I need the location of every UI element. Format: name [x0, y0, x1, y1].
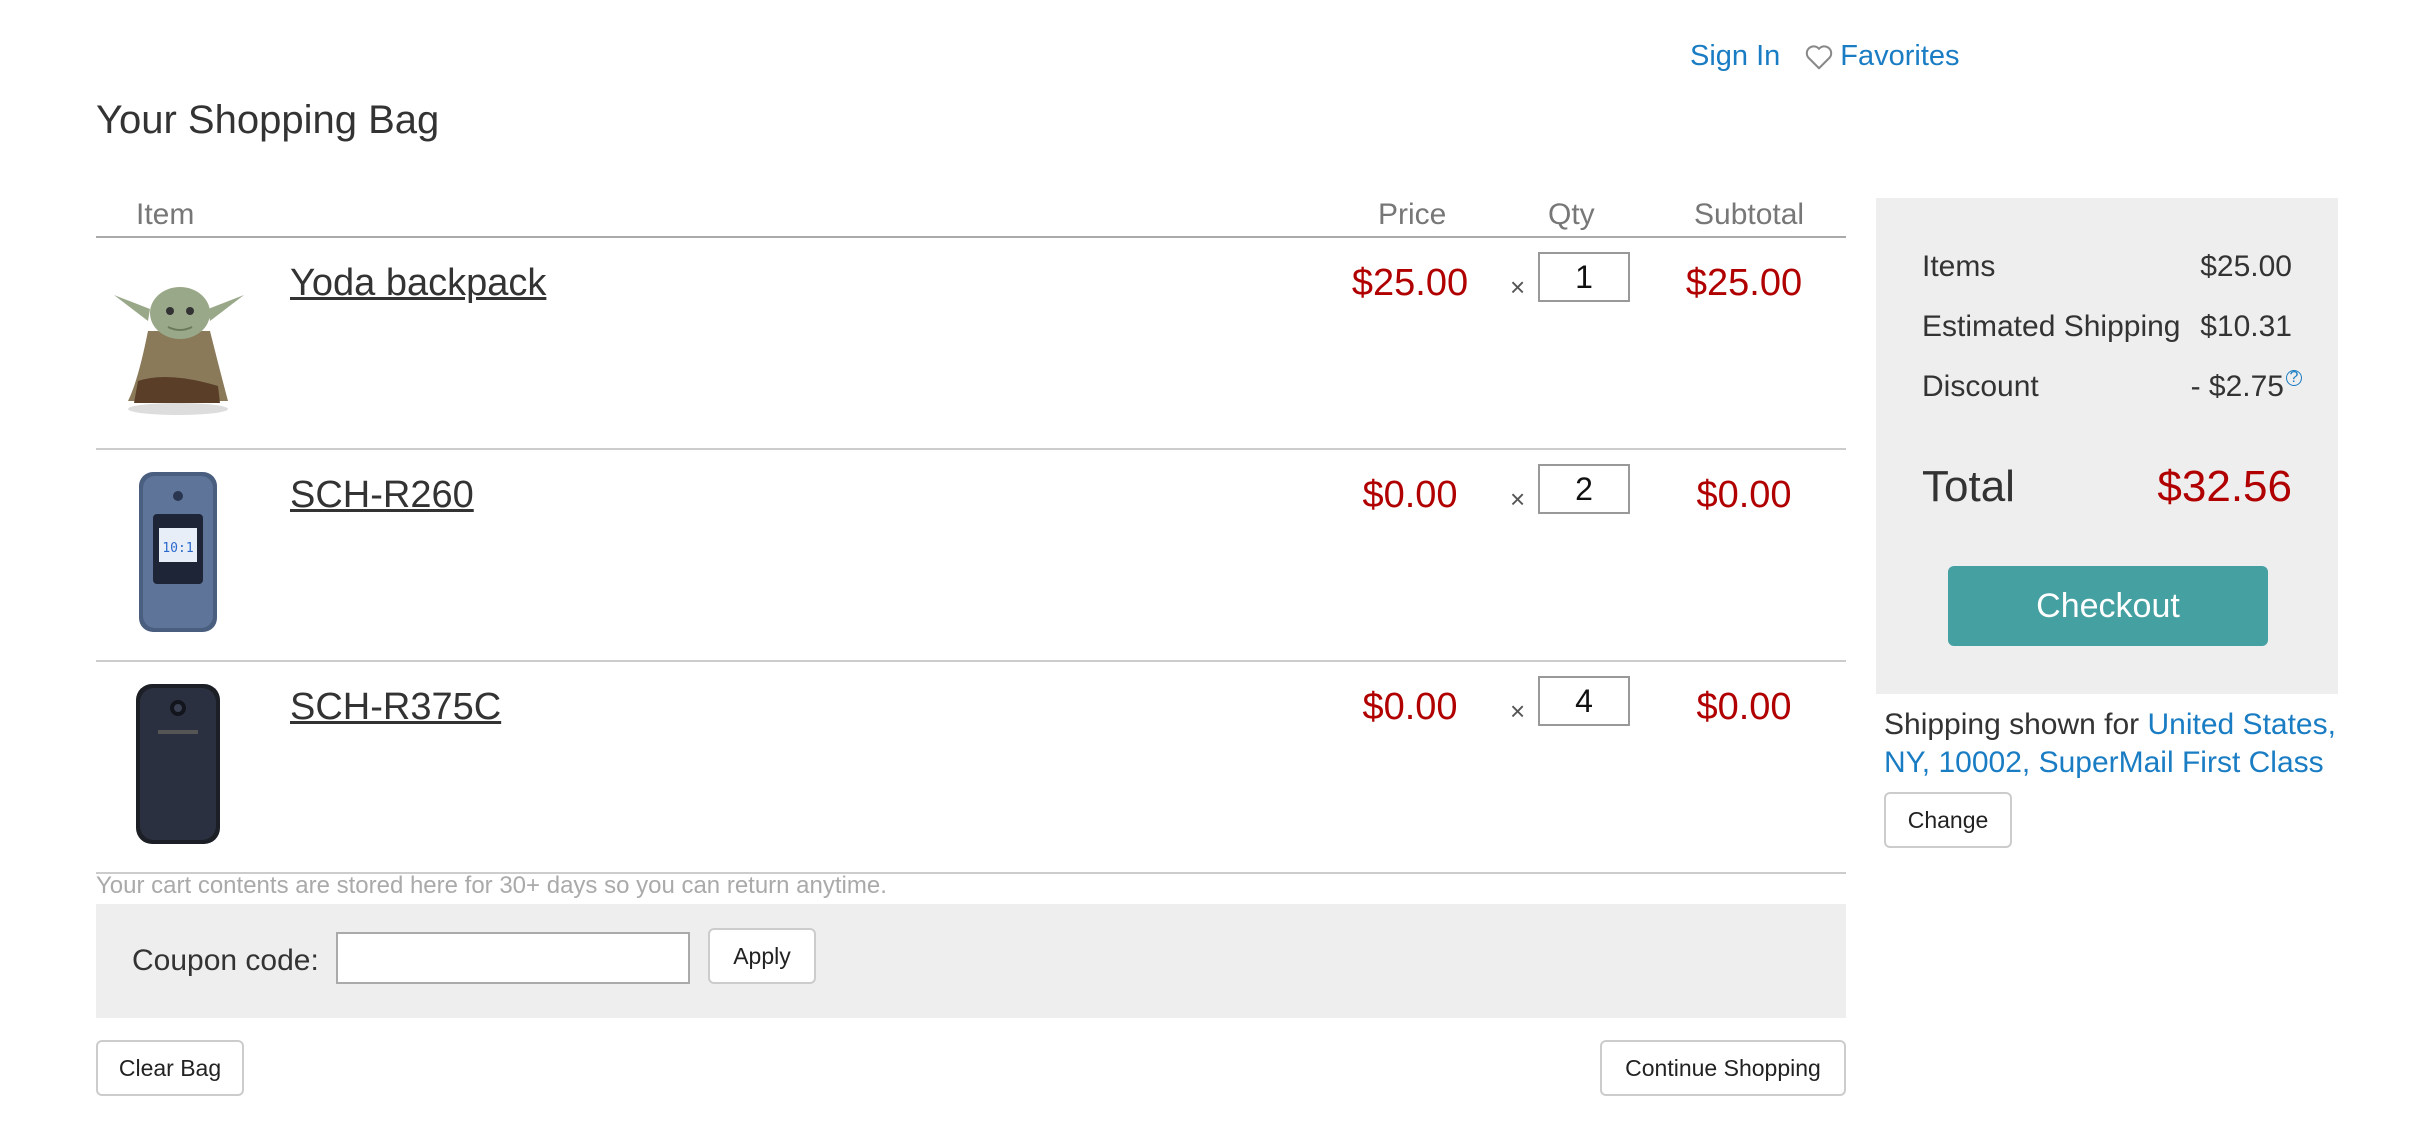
discount-label: Discount [1922, 370, 2039, 403]
checkout-button[interactable]: Checkout [1948, 566, 2268, 646]
column-header-subtotal: Subtotal [1694, 198, 1805, 231]
column-header-qty: Qty [1548, 198, 1595, 231]
shipping-info: Shipping shown for United States, NY, 10… [1884, 706, 2364, 782]
total-label: Total [1922, 462, 2015, 511]
product-link[interactable]: Yoda backpack [290, 262, 546, 305]
svg-text:10:1: 10:1 [162, 541, 193, 556]
table-row: Yoda backpack $25.00 × $25.00 [96, 238, 1846, 450]
table-row: 10:1 SCH-R260 $0.00 × $0.00 [96, 450, 1846, 662]
column-header-price: Price [1378, 198, 1447, 231]
heart-icon [1806, 44, 1833, 69]
top-links: Sign In Favorites [1690, 40, 1960, 73]
column-header-item: Item [136, 198, 195, 231]
quantity-input[interactable] [1538, 464, 1630, 514]
storage-note: Your cart contents are stored here for 3… [96, 872, 887, 899]
yoda-backpack-image[interactable] [108, 258, 248, 423]
items-value: $25.00 [2200, 250, 2292, 283]
coupon-input[interactable] [336, 932, 690, 984]
row-subtotal: $0.00 [1696, 474, 1792, 516]
change-shipping-button[interactable]: Change [1884, 792, 2012, 848]
product-link[interactable]: SCH-R375C [290, 686, 501, 729]
discount-value: - $2.75 [2190, 370, 2284, 403]
shipping-label: Estimated Shipping [1922, 310, 2181, 343]
cart-table: Item Price Qty Subtotal Yoda backpack $2… [96, 196, 1846, 874]
flip-phone-image[interactable] [108, 682, 248, 847]
items-label: Items [1922, 250, 1996, 283]
clear-bag-button[interactable]: Clear Bag [96, 1040, 244, 1096]
apply-coupon-button[interactable]: Apply [708, 928, 816, 984]
unit-price: $0.00 [1362, 474, 1458, 516]
quantity-input[interactable] [1538, 252, 1630, 302]
quantity-input[interactable] [1538, 676, 1630, 726]
unit-price: $25.00 [1351, 262, 1469, 304]
sign-in-link[interactable]: Sign In [1690, 40, 1780, 73]
shipping-info-prefix: Shipping shown for [1884, 708, 2148, 741]
table-header: Item Price Qty Subtotal [96, 196, 1846, 238]
row-subtotal: $0.00 [1696, 686, 1792, 728]
help-icon[interactable]: ? [2286, 370, 2302, 386]
row-subtotal: $25.00 [1685, 262, 1803, 304]
times-symbol: × [1510, 484, 1526, 514]
unit-price: $0.00 [1362, 686, 1458, 728]
coupon-label: Coupon code: [132, 944, 319, 977]
favorites-label: Favorites [1840, 40, 1960, 72]
shipping-value: $10.31 [2200, 310, 2292, 343]
times-symbol: × [1510, 272, 1526, 302]
table-row: SCH-R375C $0.00 × $0.00 [96, 662, 1846, 874]
flip-phone-image[interactable]: 10:1 [108, 470, 248, 635]
coupon-panel: Coupon code: Apply [96, 904, 1846, 1018]
discount-value-wrap: - $2.75? [2191, 370, 2302, 404]
times-symbol: × [1510, 696, 1526, 726]
favorites-link[interactable]: Favorites [1804, 40, 1960, 73]
product-link[interactable]: SCH-R260 [290, 474, 474, 517]
continue-shopping-button[interactable]: Continue Shopping [1600, 1040, 1846, 1096]
order-summary: Items $25.00 Estimated Shipping $10.31 D… [1876, 198, 2338, 694]
page-title: Your Shopping Bag [96, 98, 440, 142]
total-value: $32.56 [2157, 462, 2292, 511]
